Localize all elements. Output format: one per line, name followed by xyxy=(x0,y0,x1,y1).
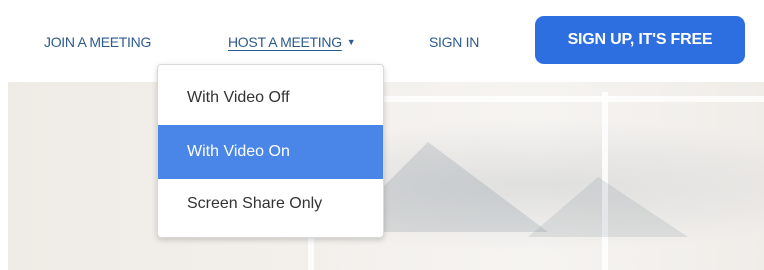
hero-background-image xyxy=(8,82,764,270)
dropdown-item-video-on[interactable]: With Video On xyxy=(158,125,383,179)
caret-down-icon: ▼ xyxy=(346,37,356,47)
hero-mountain-shape xyxy=(528,177,688,237)
nav-sign-in-link[interactable]: SIGN IN xyxy=(429,34,479,50)
dropdown-item-screen-share-only[interactable]: Screen Share Only xyxy=(158,177,383,231)
nav-host-meeting-link[interactable]: HOST A MEETING ▼ xyxy=(228,34,356,50)
nav-host-meeting-label: HOST A MEETING xyxy=(228,34,342,50)
nav-join-meeting-link[interactable]: JOIN A MEETING xyxy=(44,34,151,50)
sign-up-button[interactable]: SIGN UP, IT'S FREE xyxy=(535,16,745,64)
dropdown-item-video-off[interactable]: With Video Off xyxy=(158,71,383,125)
host-meeting-dropdown: With Video Off With Video On Screen Shar… xyxy=(157,64,384,238)
